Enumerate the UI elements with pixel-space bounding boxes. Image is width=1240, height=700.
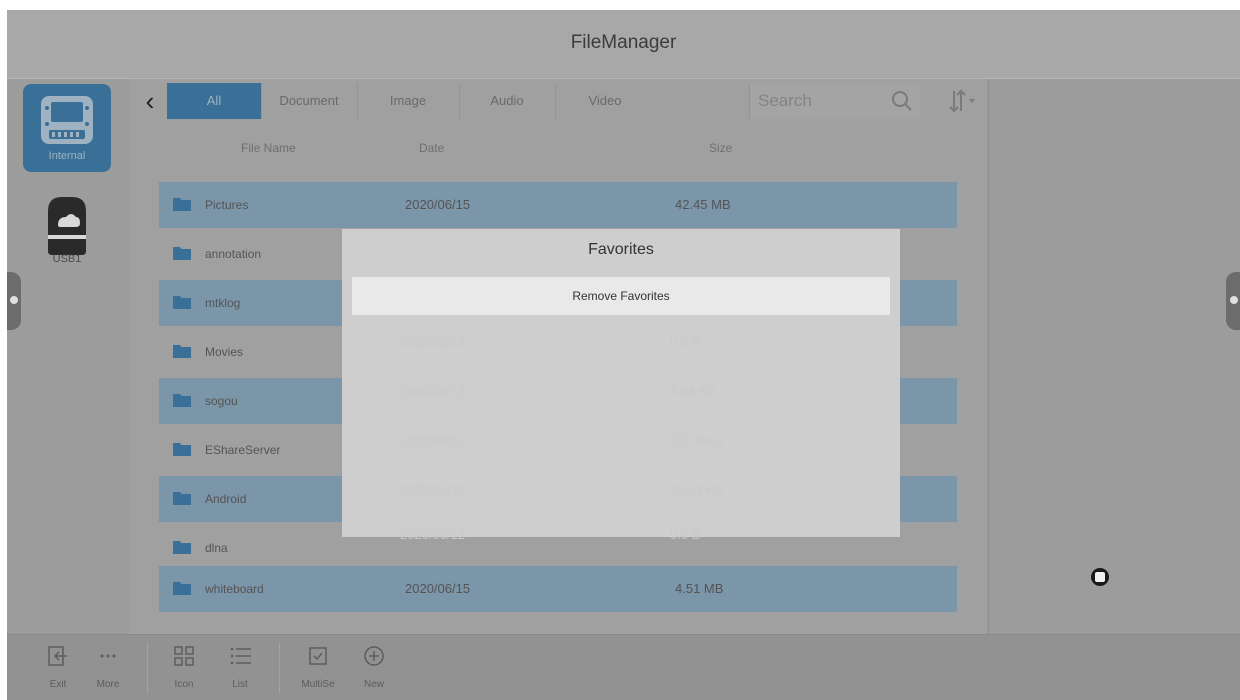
file-name: EShareServer (205, 443, 281, 457)
column-header-name[interactable]: File Name (241, 141, 296, 155)
file-name: Android (205, 492, 247, 506)
file-size: 4.51 MB (675, 581, 724, 596)
file-date: 2020/06/15 (405, 581, 471, 596)
app-title: FileManager (570, 32, 677, 53)
tab-video[interactable]: Video (555, 83, 655, 119)
multiselect-button[interactable]: MultiSe (293, 641, 343, 697)
left-edge-settings-handle[interactable] (7, 272, 21, 330)
favorites-dialog: Favorites Remove Favorites 2020/06/12 0.… (342, 229, 900, 542)
tab-all[interactable]: All (167, 83, 262, 119)
file-name: Movies (205, 345, 244, 359)
file-date: 2020/06/15 (405, 197, 471, 212)
ghost-file-size: 332.8 KB (670, 433, 724, 448)
right-panel (988, 79, 1240, 634)
list-icon (230, 647, 251, 665)
icon-view-label: Icon (174, 679, 194, 690)
toolbar-divider (279, 643, 280, 693)
ghost-file-size: 4.64 KB (670, 384, 717, 399)
column-header-size[interactable]: Size (709, 141, 732, 155)
ghost-file-date: 2020/06/12 (400, 384, 466, 399)
ghost-file-size: 0.0 B (670, 527, 701, 542)
file-name: Pictures (205, 198, 249, 212)
title-bar: FileManager (7, 10, 1240, 79)
usb-drive-icon (48, 197, 86, 255)
folder-icon (173, 394, 191, 407)
device-usb1[interactable]: USB1 (23, 187, 111, 275)
folder-icon (173, 582, 191, 595)
folder-icon (173, 345, 191, 358)
right-edge-settings-handle[interactable] (1226, 272, 1240, 330)
ghost-file-date: 2020/06/12 (400, 482, 466, 497)
exit-icon (48, 646, 67, 666)
sort-icon[interactable] (944, 85, 984, 117)
ghost-file-size: 22.53 KB (670, 482, 724, 497)
folder-icon (173, 492, 191, 505)
file-name: annotation (205, 247, 262, 261)
file-size: 42.45 MB (675, 197, 731, 212)
exit-label: Exit (49, 679, 67, 690)
multiselect-label: MultiSe (301, 679, 335, 690)
gear-icon (1230, 296, 1238, 304)
dialog-title: Favorites (588, 241, 654, 258)
icon-view-button[interactable]: Icon (159, 641, 209, 697)
list-view-button[interactable]: List (215, 641, 265, 697)
bottom-toolbar: Exit More Icon List MultiSe New (7, 634, 1240, 700)
back-icon[interactable]: ‹ (137, 87, 163, 115)
remove-favorites-button[interactable]: Remove Favorites (352, 277, 890, 315)
checkbox-icon (309, 647, 327, 665)
toolbar-divider (147, 643, 148, 693)
column-header-date[interactable]: Date (419, 141, 444, 155)
more-label: More (96, 679, 120, 690)
search-input[interactable]: Search (749, 83, 920, 119)
list-view-label: List (232, 679, 248, 690)
file-name: sogou (205, 394, 238, 408)
folder-icon (173, 247, 191, 260)
tab-document[interactable]: Document (261, 83, 358, 119)
more-button[interactable]: More (83, 641, 133, 697)
file-name: whiteboard (205, 582, 264, 596)
search-placeholder: Search (758, 91, 812, 110)
exit-button[interactable]: Exit (33, 641, 83, 697)
more-icon (100, 654, 116, 658)
ghost-file-date: 2020/06/12 (400, 527, 466, 542)
folder-icon (173, 541, 191, 554)
folder-icon (173, 296, 191, 309)
folder-icon (173, 198, 191, 211)
device-sidebar: Internal USB1 (7, 79, 130, 634)
device-internal[interactable]: Internal (23, 84, 111, 172)
folder-icon (173, 443, 191, 456)
file-name: dlna (205, 541, 228, 555)
device-usb1-label: USB1 (52, 253, 82, 265)
floating-menu-button[interactable] (1091, 568, 1109, 586)
file-row[interactable]: Pictures 2020/06/15 42.45 MB (159, 182, 957, 228)
ghost-file-date: 2020/06/12 (400, 433, 466, 448)
tab-audio[interactable]: Audio (459, 83, 556, 119)
filter-tabs-bar: ‹ All Document Image Audio Video Search (129, 79, 987, 123)
square-icon (1095, 572, 1105, 582)
internal-storage-icon (41, 96, 93, 144)
ghost-file-date: 2020/06/12 (400, 335, 466, 350)
gear-icon (10, 296, 18, 304)
device-internal-label: Internal (48, 150, 86, 162)
ghost-file-size: 0.0 B (670, 335, 701, 350)
file-row[interactable]: whiteboard 2020/06/15 4.51 MB (159, 566, 957, 612)
grid-icon (174, 646, 194, 666)
file-name: mtklog (205, 296, 241, 310)
new-button[interactable]: New (349, 641, 399, 697)
tab-image[interactable]: Image (357, 83, 460, 119)
add-circle-icon (364, 646, 384, 666)
new-label: New (363, 679, 384, 690)
search-icon[interactable] (890, 89, 914, 113)
